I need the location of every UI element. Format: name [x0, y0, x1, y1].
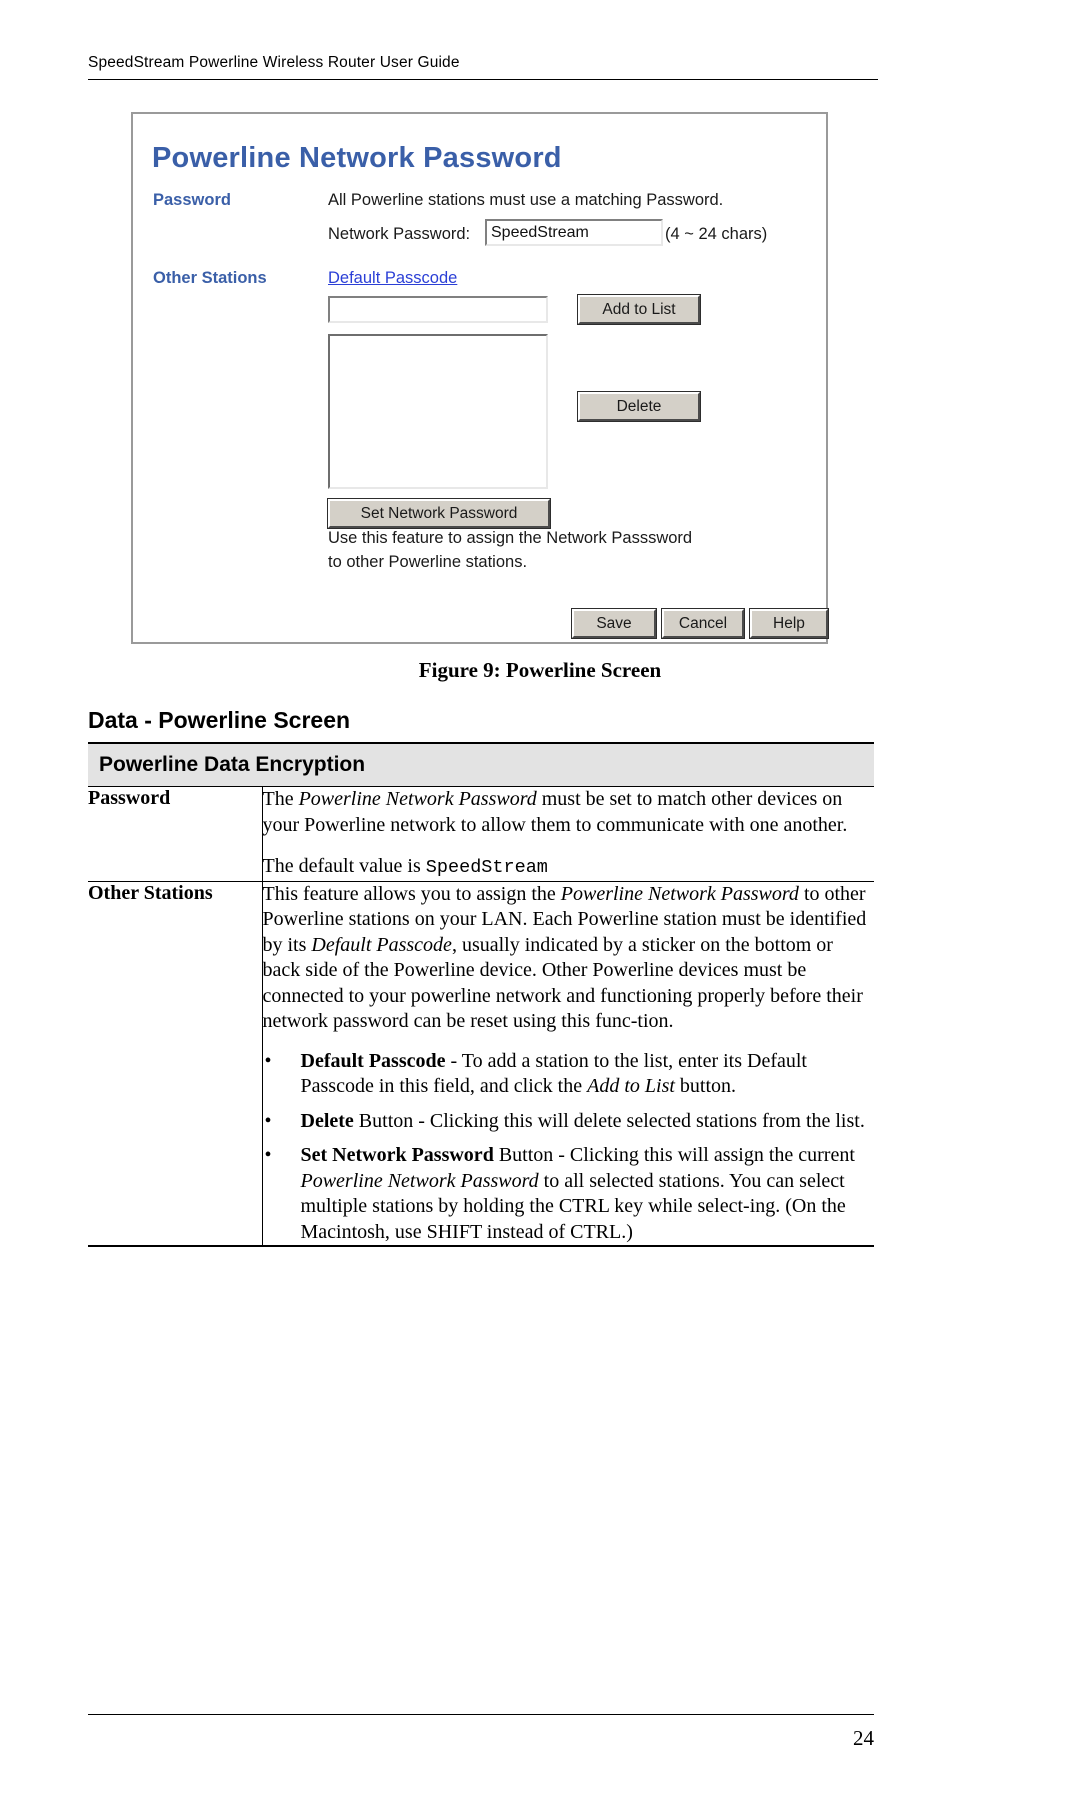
network-password-input[interactable]: SpeedStream — [485, 219, 663, 246]
table-body: Powerline Data Encryption Password The P… — [88, 743, 874, 1246]
row-body-other-stations: This feature allows you to assign the Po… — [262, 880, 875, 1246]
document-page: SpeedStream Powerline Wireless Router Us… — [0, 0, 1080, 1819]
paragraph: The Powerline Network Password must be s… — [262, 788, 848, 836]
paragraph: This feature allows you to assign the Po… — [262, 882, 867, 1033]
cancel-button[interactable]: Cancel — [661, 608, 745, 639]
paragraph: The default value is SpeedStream — [262, 855, 548, 878]
password-section-label: Password — [153, 191, 231, 209]
row-label-other-stations: Other Stations — [88, 880, 263, 1246]
row-body-password: The Powerline Network Password must be s… — [262, 787, 874, 882]
table-row: Password The Powerline Network Password … — [88, 786, 874, 882]
page-number: 24 — [853, 1726, 874, 1750]
matching-password-note: All Powerline stations must use a matchi… — [328, 191, 724, 209]
save-button[interactable]: Save — [571, 608, 657, 639]
add-to-list-button[interactable]: Add to List — [577, 294, 701, 325]
screen-title: Powerline Network Password — [152, 142, 562, 174]
list-item: • Set Network Password Button - Clicking … — [264, 1144, 855, 1243]
running-header: SpeedStream Powerline Wireless Router Us… — [88, 54, 878, 80]
bullet-icon: • — [264, 1049, 272, 1072]
figure-caption: Figure 9: Powerline Screen — [418, 658, 662, 682]
header-divider — [88, 79, 878, 80]
stations-listbox[interactable] — [328, 334, 548, 489]
set-network-password-button[interactable]: Set Network Password — [327, 498, 551, 529]
running-header-text: SpeedStream Powerline Wireless Router Us… — [88, 54, 460, 71]
powerline-data-table: Powerline Data Encryption Password The P… — [88, 742, 874, 1247]
list-item: • Delete Button - Clicking this will dele… — [263, 1109, 875, 1135]
row-label-password: Password — [88, 786, 263, 881]
other-stations-section-label: Other Stations — [153, 269, 267, 287]
help-button[interactable]: Help — [749, 608, 829, 639]
table-header-row: Powerline Data Encryption — [88, 743, 874, 787]
list-item: • Default Passcode - To add a station to … — [264, 1049, 807, 1098]
delete-button[interactable]: Delete — [577, 391, 701, 422]
network-password-hint: (4 ~ 24 chars) — [665, 225, 768, 243]
section-heading: Data - Powerline Screen — [88, 707, 351, 733]
default-passcode-link[interactable]: Default Passcode — [328, 269, 457, 288]
footer-divider — [88, 1714, 874, 1715]
bullet-icon: • — [264, 1109, 272, 1132]
bullet-icon: • — [264, 1144, 272, 1166]
table-row: Other Stations This feature allows you t… — [88, 880, 875, 1246]
network-password-label: Network Password: — [328, 225, 471, 243]
figure-powerline-screen: Powerline Network Password Password All … — [131, 112, 829, 644]
router-config-screen: Powerline Network Password Password All … — [138, 119, 829, 639]
table-header-cell: Powerline Data Encryption — [88, 743, 874, 787]
passcode-input[interactable] — [328, 296, 548, 323]
bullet-list: • Default Passcode - To add a station to … — [263, 1049, 875, 1246]
feature-help-line-2: to other Powerline stations. — [328, 553, 528, 571]
feature-help-line-1: Use this feature to assign the Network P… — [328, 529, 693, 547]
